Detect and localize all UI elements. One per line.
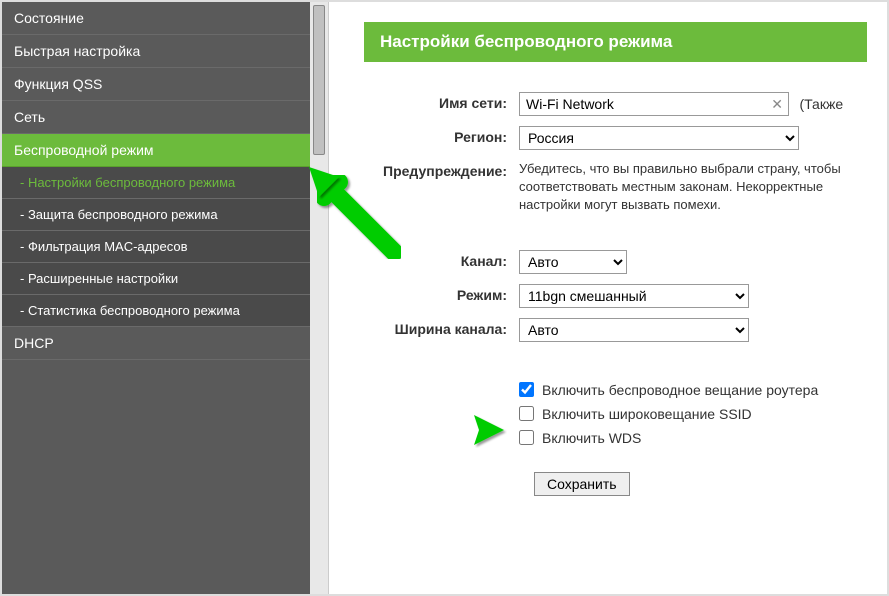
region-label: Регион: (364, 126, 519, 145)
broadcast-checkbox[interactable] (519, 382, 534, 397)
page-title: Настройки беспроводного режима (364, 22, 867, 62)
mode-select[interactable]: 11bgn смешанный (519, 284, 749, 308)
sidebar-item-dhcp[interactable]: DHCP (2, 327, 328, 360)
channel-label: Канал: (364, 250, 519, 269)
sidebar-item-wireless-stats[interactable]: - Статистика беспроводного режима (2, 295, 328, 327)
sidebar-item-wireless[interactable]: Беспроводной режим (2, 134, 328, 167)
sidebar: Состояние Быстрая настройка Функция QSS … (2, 2, 329, 594)
wds-label: Включить WDS (542, 430, 641, 446)
region-select[interactable]: Россия (519, 126, 799, 150)
width-label: Ширина канала: (364, 318, 519, 337)
sidebar-item-status[interactable]: Состояние (2, 2, 328, 35)
save-button[interactable]: Сохранить (534, 472, 630, 496)
ssid-broadcast-checkbox[interactable] (519, 406, 534, 421)
ssid-broadcast-label: Включить широковещание SSID (542, 406, 752, 422)
channel-select[interactable]: Авто (519, 250, 627, 274)
also-text: (Также (799, 96, 843, 112)
sidebar-item-network[interactable]: Сеть (2, 101, 328, 134)
sidebar-item-advanced[interactable]: - Расширенные настройки (2, 263, 328, 295)
scrollbar[interactable]: ▲ (310, 2, 328, 594)
sidebar-item-quicksetup[interactable]: Быстрая настройка (2, 35, 328, 68)
sidebar-item-wireless-settings[interactable]: - Настройки беспроводного режима (2, 167, 328, 199)
wds-checkbox[interactable] (519, 430, 534, 445)
main-content: Настройки беспроводного режима Имя сети:… (329, 2, 887, 594)
clear-icon[interactable]: ✕ (771, 96, 783, 113)
warning-label: Предупреждение: (364, 160, 519, 179)
width-select[interactable]: Авто (519, 318, 749, 342)
sidebar-item-qss[interactable]: Функция QSS (2, 68, 328, 101)
broadcast-label: Включить беспроводное вещание роутера (542, 382, 818, 398)
sidebar-item-mac-filter[interactable]: - Фильтрация MAC-адресов (2, 231, 328, 263)
mode-label: Режим: (364, 284, 519, 303)
sidebar-item-wireless-security[interactable]: - Защита беспроводного режима (2, 199, 328, 231)
scroll-thumb[interactable] (313, 5, 325, 155)
warning-text: Убедитесь, что вы правильно выбрали стра… (519, 160, 867, 215)
ssid-label: Имя сети: (364, 92, 519, 111)
ssid-input[interactable] (519, 92, 789, 116)
